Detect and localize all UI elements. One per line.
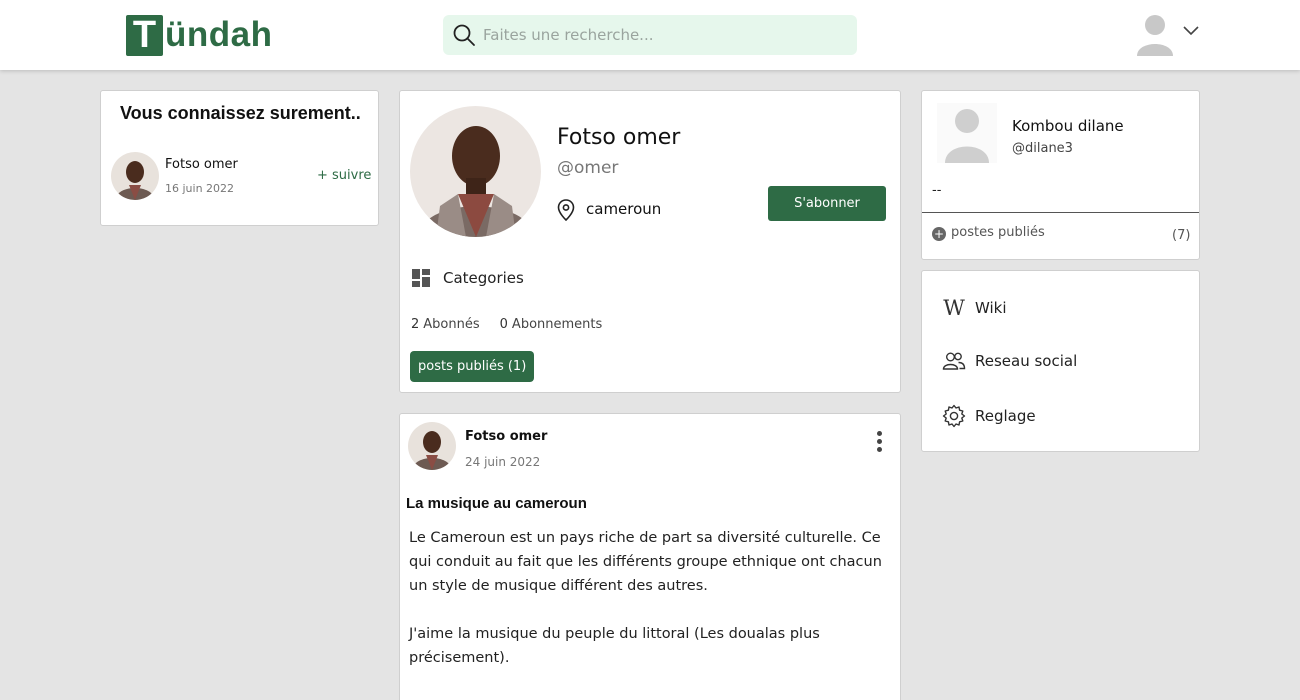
- profile-photo: [410, 106, 541, 237]
- avatar[interactable]: [111, 152, 159, 200]
- wiki-icon: W: [943, 296, 965, 320]
- suggestion-name[interactable]: Fotso omer: [165, 157, 238, 172]
- subscribe-button[interactable]: S'abonner: [768, 186, 886, 221]
- followers-label: Abonnés: [423, 317, 480, 332]
- follow-stats: 2 Abonnés 0 Abonnements: [411, 317, 602, 332]
- location-pin-icon: [557, 199, 575, 221]
- categories-link[interactable]: Categories: [443, 269, 524, 287]
- search-input[interactable]: [483, 26, 843, 44]
- divider: [922, 212, 1199, 213]
- suggestions-title: Vous connaissez surement..: [120, 103, 361, 123]
- suggestions-card: Vous connaissez surement.. Fotso omer 16…: [100, 90, 379, 226]
- current-user-name[interactable]: Kombou dilane: [1012, 117, 1124, 135]
- profile-location: cameroun: [586, 200, 662, 218]
- current-user-bio: --: [932, 183, 942, 198]
- plus-circle-icon: +: [932, 227, 946, 241]
- search-bar: [443, 15, 857, 55]
- nav-item-label: Wiki: [975, 299, 1007, 317]
- post-date: 24 juin 2022: [465, 455, 541, 469]
- logo-letter: T: [126, 14, 163, 56]
- post-paragraph: Le Cameroun est un pays riche de part sa…: [409, 530, 882, 594]
- post-title: La musique au cameroun: [406, 495, 587, 512]
- nav-item-label: Reglage: [975, 407, 1036, 425]
- posts-published-count: (7): [1172, 228, 1191, 243]
- user-menu[interactable]: [1134, 12, 1200, 58]
- more-options-icon[interactable]: [874, 431, 884, 455]
- following-label: Abonnements: [511, 317, 603, 332]
- post-card: Fotso omer 24 juin 2022 La musique au ca…: [399, 413, 901, 700]
- follow-button[interactable]: + suivre: [317, 168, 371, 183]
- profile-card: Fotso omer @omer cameroun S'abonner Cate…: [399, 90, 901, 393]
- post-paragraph: J'aime la musique du peuple du littoral …: [409, 626, 820, 666]
- tundah-logo[interactable]: T ündah: [126, 14, 272, 56]
- following-stat[interactable]: 0 Abonnements: [500, 317, 603, 332]
- chevron-down-icon[interactable]: [1182, 25, 1200, 37]
- profile-handle: @omer: [557, 158, 619, 178]
- current-user-handle: @dilane3: [1012, 141, 1073, 156]
- post-body: Le Cameroun est un pays riche de part sa…: [409, 526, 894, 694]
- posts-published-label[interactable]: postes publiés: [951, 225, 1045, 240]
- user-avatar-icon[interactable]: [1134, 12, 1176, 58]
- logo-text: ündah: [165, 15, 273, 54]
- current-user-card: Kombou dilane @dilane3 -- + postes publi…: [921, 90, 1200, 260]
- nav-item-settings[interactable]: Reglage: [942, 404, 1036, 428]
- top-header: T ündah: [0, 0, 1300, 70]
- people-icon: [942, 349, 966, 373]
- profile-name: Fotso omer: [557, 125, 681, 150]
- posts-published-button[interactable]: posts publiés (1): [410, 351, 535, 382]
- followers-count: 2: [411, 317, 420, 332]
- nav-item-wiki[interactable]: W Wiki: [942, 296, 1007, 320]
- avatar[interactable]: [408, 422, 456, 470]
- navigation-card: W Wiki Reseau social Reglage: [921, 270, 1200, 452]
- gear-icon: [942, 404, 966, 428]
- avatar[interactable]: [937, 103, 997, 163]
- followers-stat[interactable]: 2 Abonnés: [411, 317, 480, 332]
- following-count: 0: [499, 317, 508, 332]
- suggestion-date: 16 juin 2022: [165, 182, 235, 195]
- search-icon[interactable]: [452, 23, 476, 47]
- nav-item-social-network[interactable]: Reseau social: [942, 349, 1077, 373]
- dashboard-icon: [412, 269, 430, 287]
- post-author[interactable]: Fotso omer: [465, 429, 547, 444]
- nav-item-label: Reseau social: [975, 352, 1078, 370]
